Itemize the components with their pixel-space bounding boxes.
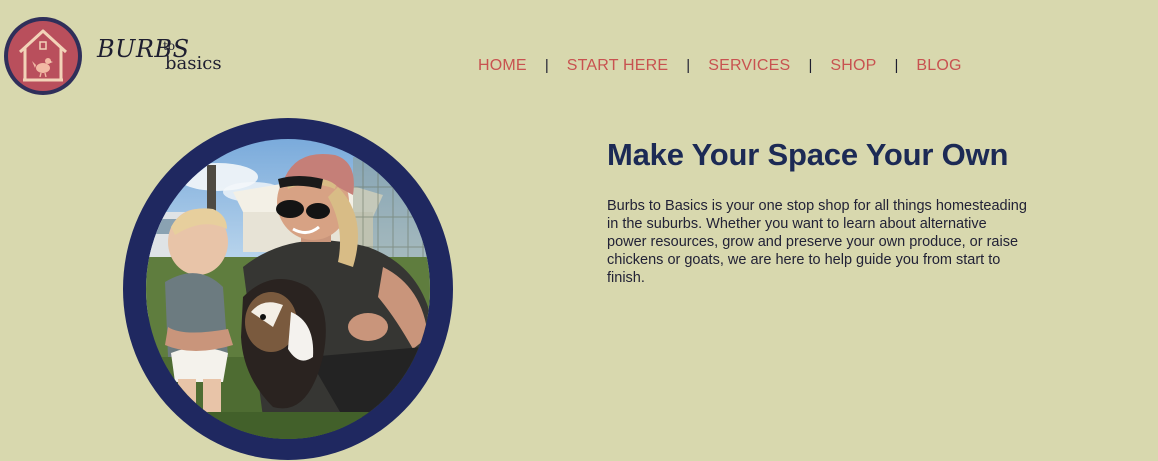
nav-home[interactable]: HOME: [478, 55, 527, 77]
family-with-goat-photo-icon: [123, 118, 453, 460]
nav-separator: |: [686, 57, 691, 74]
nav-separator: |: [544, 57, 549, 74]
site-wordmark[interactable]: BURBS to basics: [97, 34, 227, 76]
main-nav: HOME | START HERE | SERVICES | SHOP | BL…: [478, 55, 962, 77]
hero-title: Make Your Space Your Own: [607, 137, 1009, 172]
nav-services[interactable]: SERVICES: [708, 55, 790, 77]
nav-shop[interactable]: SHOP: [830, 55, 876, 77]
wordmark-basics: basics: [165, 53, 222, 74]
nav-separator: |: [808, 57, 813, 74]
nav-start-here[interactable]: START HERE: [567, 55, 669, 77]
hero-photo: [123, 117, 453, 460]
house-chicken-icon: [4, 17, 82, 95]
nav-separator: |: [894, 57, 899, 74]
wordmark-to: to: [163, 39, 176, 53]
hero-description: Burbs to Basics is your one stop shop fo…: [607, 198, 1027, 286]
site-logo[interactable]: [3, 16, 83, 96]
nav-blog[interactable]: BLOG: [916, 55, 961, 77]
